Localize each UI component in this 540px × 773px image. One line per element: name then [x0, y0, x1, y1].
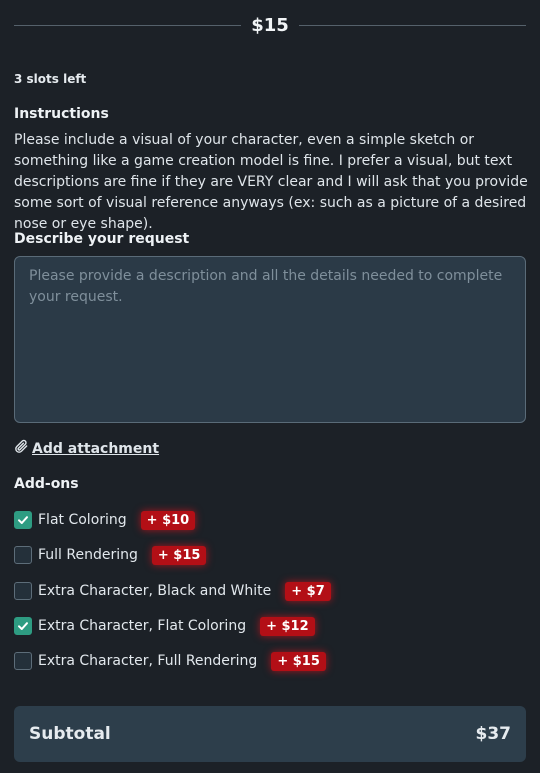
addon-price-badge: + $15: [271, 651, 326, 671]
paperclip-icon: [14, 439, 29, 458]
addon-full-rendering[interactable]: Full Rendering + $15: [14, 544, 207, 566]
addon-label: Extra Character, Full Rendering: [38, 653, 258, 669]
subtotal-bar: Subtotal $37: [14, 706, 526, 762]
addon-price-badge: + $10: [140, 510, 196, 530]
add-attachment-label: Add attachment: [32, 440, 160, 457]
request-title: Describe your request: [14, 231, 190, 247]
checkbox-full-rendering[interactable]: [14, 546, 32, 564]
request-textarea[interactable]: [14, 256, 526, 423]
instructions-title: Instructions: [14, 106, 109, 122]
addon-price-badge: + $7: [285, 581, 331, 601]
base-price: $15: [251, 14, 289, 36]
addon-extra-character-bw[interactable]: Extra Character, Black and White + $7: [14, 580, 331, 602]
commission-form: $15 3 slots left Instructions Please inc…: [0, 0, 540, 773]
addon-label: Flat Coloring: [38, 512, 127, 528]
divider-left: [14, 24, 242, 26]
addon-label: Full Rendering: [38, 547, 138, 563]
add-attachment-link[interactable]: Add attachment: [14, 439, 159, 458]
addon-price-badge: + $15: [151, 545, 207, 565]
addon-extra-character-full[interactable]: Extra Character, Full Rendering + $15: [14, 650, 326, 672]
slots-left: 3 slots left: [14, 72, 87, 86]
subtotal-label: Subtotal: [29, 724, 111, 744]
addon-extra-character-flat[interactable]: Extra Character, Flat Coloring + $12: [14, 615, 315, 637]
checkbox-extra-character-flat[interactable]: [14, 617, 32, 635]
addon-flat-coloring[interactable]: Flat Coloring + $10: [14, 509, 196, 531]
checkbox-extra-character-bw[interactable]: [14, 582, 32, 600]
instructions-text: Please include a visual of your characte…: [14, 132, 528, 232]
checkbox-flat-coloring[interactable]: [14, 511, 32, 529]
addon-label: Extra Character, Flat Coloring: [38, 618, 247, 634]
checkmark-icon: [18, 622, 28, 630]
checkmark-icon: [18, 516, 28, 524]
divider-right: [298, 24, 527, 26]
subtotal-amount: $37: [475, 724, 512, 744]
addons-title: Add-ons: [14, 476, 79, 492]
addon-price-badge: + $12: [260, 616, 315, 636]
price-header: $15: [14, 12, 527, 38]
addon-label: Extra Character, Black and White: [38, 583, 272, 599]
checkbox-extra-character-full[interactable]: [14, 652, 32, 670]
